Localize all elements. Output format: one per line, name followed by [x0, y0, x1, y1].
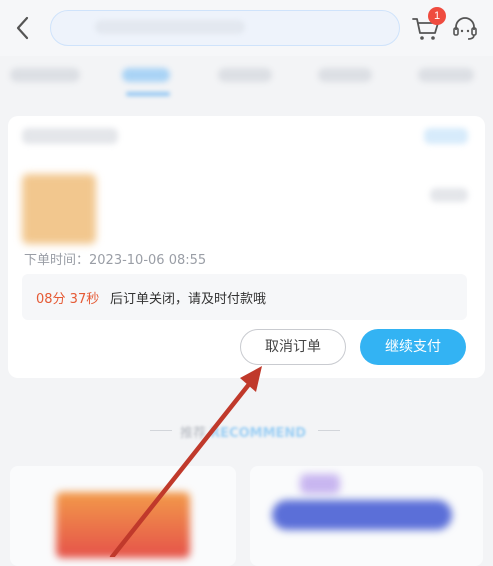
product-image-tag: [300, 474, 340, 494]
payment-notice-text: 后订单关闭，请及时付款哦: [110, 292, 267, 307]
order-time-label: 下单时间：: [24, 253, 90, 268]
active-tab-indicator: [126, 92, 170, 96]
price-blurred: [430, 188, 468, 202]
shop-name-blurred: [22, 128, 118, 144]
order-status-tabs: [0, 58, 493, 98]
top-bar: 1: [0, 0, 493, 56]
product-image: [56, 492, 190, 558]
payment-notice: 08分 37秒 后订单关闭，请及时付款哦: [22, 274, 467, 320]
tab-blurred[interactable]: [418, 68, 474, 82]
recommend-title: 推荐 RECOMMEND: [180, 422, 306, 441]
recommend-header: 推荐 RECOMMEND: [0, 418, 493, 442]
tab-blurred[interactable]: [318, 68, 372, 82]
recommend-title-cn: 推荐: [180, 426, 207, 441]
status-blurred: [424, 128, 468, 144]
customer-service-icon[interactable]: [451, 16, 479, 42]
back-arrow-icon[interactable]: [12, 14, 34, 42]
tab-blurred[interactable]: [10, 68, 80, 82]
tab-blurred-active[interactable]: [122, 68, 170, 82]
product-thumbnail[interactable]: [22, 174, 96, 244]
tab-blurred[interactable]: [218, 68, 272, 82]
countdown-timer: 08分 37秒: [36, 292, 100, 307]
search-placeholder: [95, 20, 245, 34]
order-time: 下单时间：2023-10-06 08:55: [24, 249, 206, 268]
product-image: [272, 500, 452, 530]
search-input[interactable]: [50, 10, 400, 46]
order-time-value: 2023-10-06 08:55: [89, 253, 207, 268]
cart-badge: 1: [428, 7, 446, 25]
divider: [150, 430, 172, 431]
cancel-order-button[interactable]: 取消订单: [240, 329, 346, 365]
recommend-title-en: RECOMMEND: [210, 426, 307, 441]
divider: [318, 430, 340, 431]
continue-payment-button[interactable]: 继续支付: [360, 329, 466, 365]
